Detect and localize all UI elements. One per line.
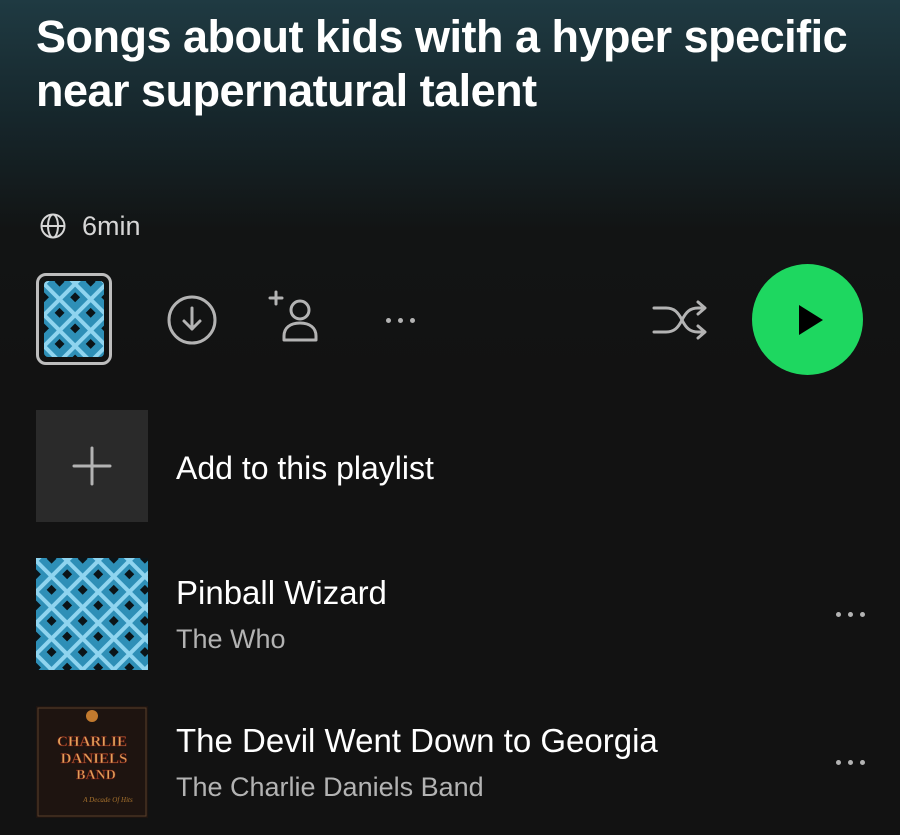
track-artist: The Charlie Daniels Band [176, 772, 484, 802]
track-more-options-button[interactable] [820, 594, 880, 634]
add-collaborator-button[interactable] [266, 288, 328, 348]
track-row[interactable]: CHARLIE DANIELS BAND A Decade Of Hits Th… [36, 706, 900, 818]
download-icon [167, 295, 217, 345]
add-to-playlist-row[interactable]: Add to this playlist [36, 410, 876, 524]
playlist-page: Songs about kids with a hyper specific n… [0, 0, 900, 835]
shuffle-icon [652, 300, 707, 340]
track-row[interactable]: Pinball Wizard The Who [36, 558, 900, 670]
album-art-text-line3: BAND [76, 768, 116, 783]
playlist-cover-thumbnail[interactable] [36, 273, 112, 365]
globe-icon [40, 213, 66, 239]
add-collaborator-icon [268, 290, 318, 342]
playlist-duration: 6min [82, 210, 141, 241]
playlist-meta: 6min [38, 210, 141, 242]
playlist-title: Songs about kids with a hyper specific n… [36, 11, 848, 116]
more-options-icon [835, 759, 865, 765]
add-to-playlist-label: Add to this playlist [176, 450, 434, 486]
more-options-icon [835, 611, 865, 617]
more-options-button[interactable] [372, 300, 428, 340]
more-options-icon [385, 317, 415, 323]
album-art-text-line1: CHARLIE [57, 734, 127, 750]
action-bar [0, 262, 900, 377]
track-title: Pinball Wizard [176, 574, 387, 611]
download-button[interactable] [166, 294, 218, 346]
track-title: The Devil Went Down to Georgia [176, 722, 658, 759]
album-art-charlie-daniels: CHARLIE DANIELS BAND A Decade Of Hits [36, 706, 148, 818]
album-art-subtitle: A Decade Of Hits [82, 796, 133, 804]
track-artist: The Who [176, 624, 286, 654]
album-art-tommy [36, 558, 148, 670]
plus-icon [72, 446, 112, 486]
play-button[interactable] [752, 264, 863, 375]
play-icon [798, 304, 823, 335]
album-art-text-line2: DANIELS [61, 751, 128, 767]
add-to-playlist-button[interactable] [36, 410, 148, 522]
track-more-options-button[interactable] [820, 742, 880, 782]
playlist-cover-art [44, 281, 104, 357]
shuffle-button[interactable] [648, 294, 712, 346]
